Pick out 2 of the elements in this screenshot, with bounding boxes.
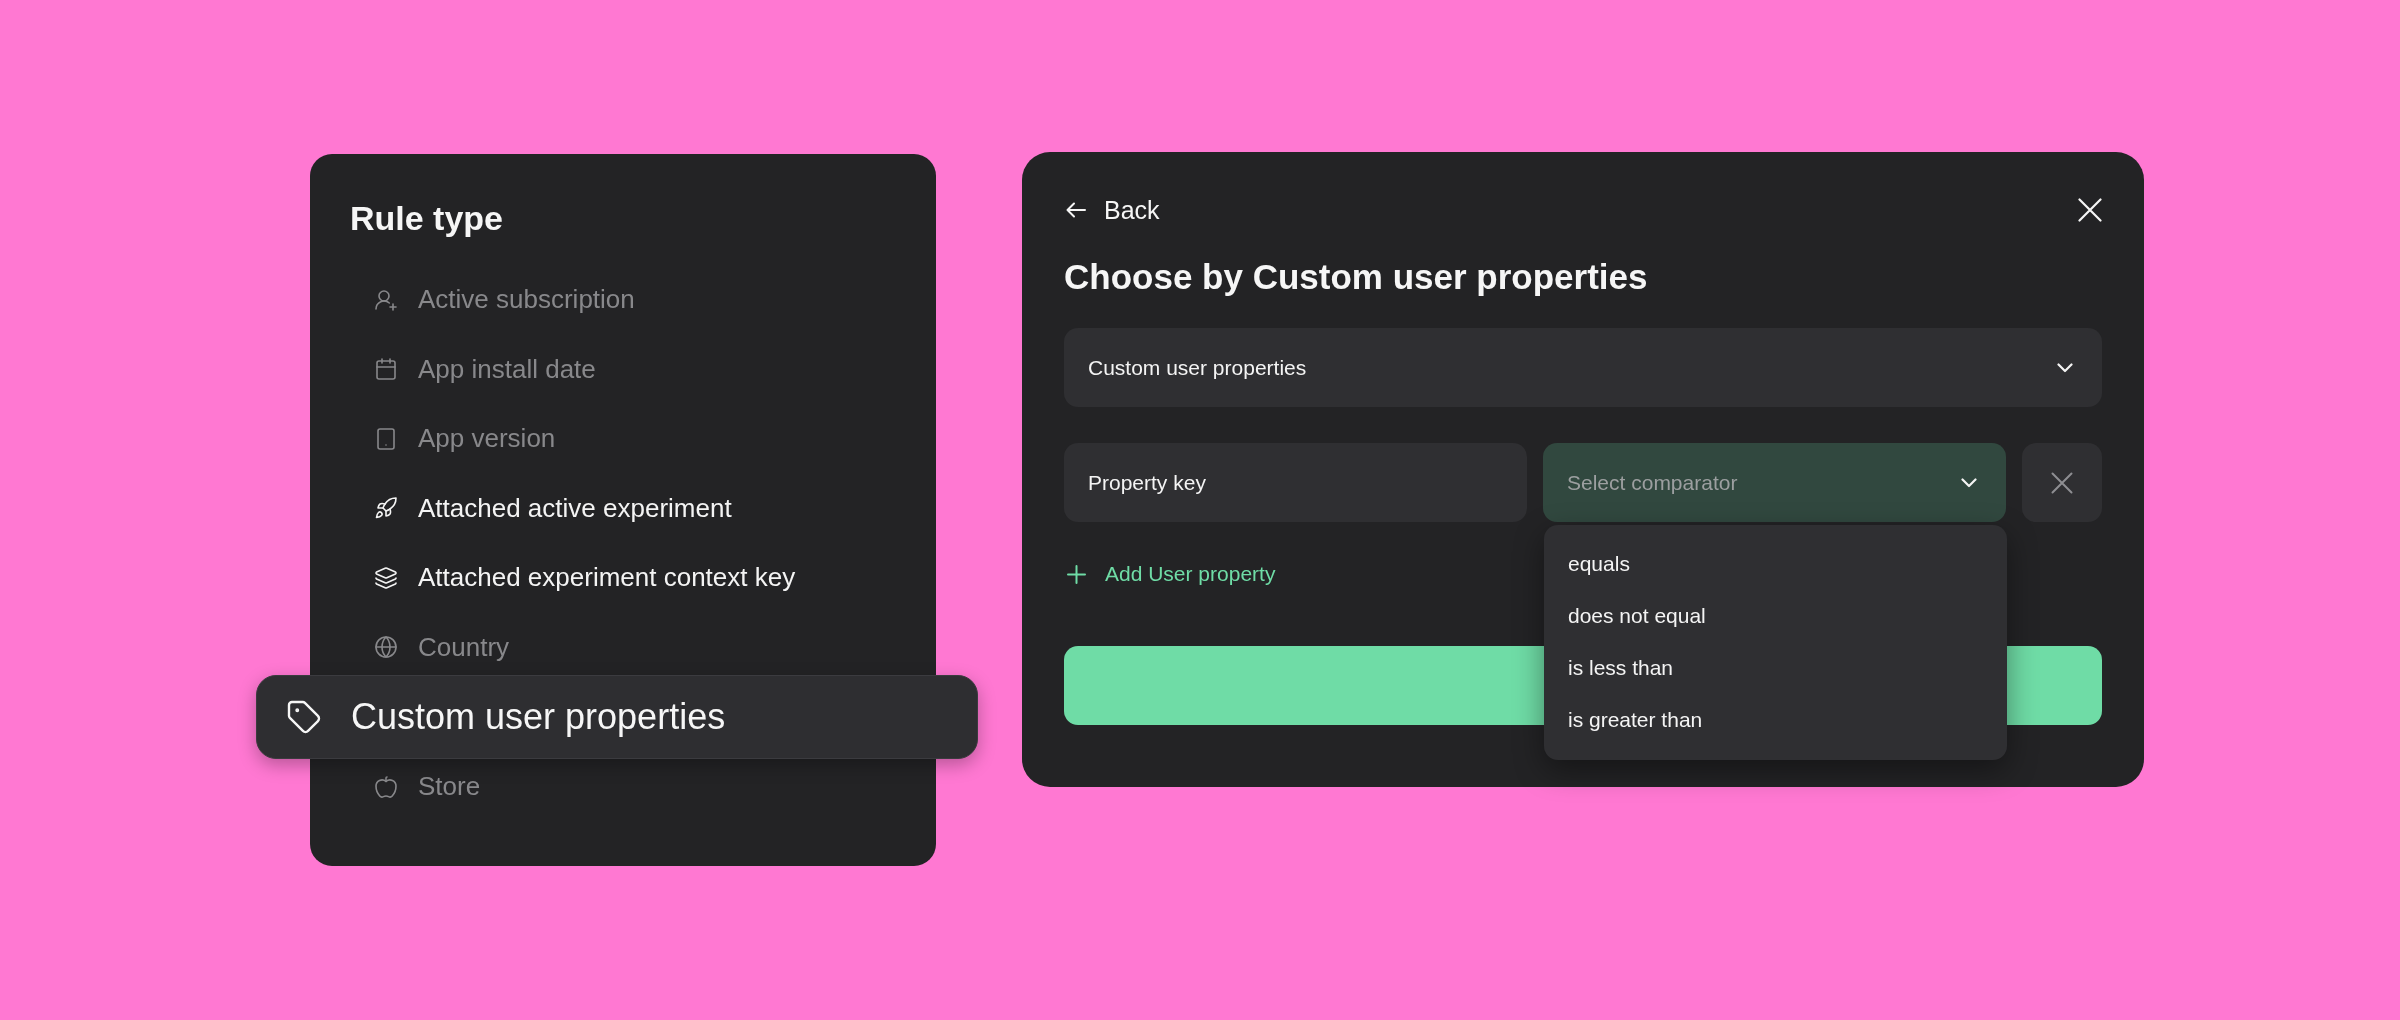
panel-title: Rule type xyxy=(350,198,505,238)
dialog-title: Choose by Custom user properties xyxy=(1064,256,1649,298)
